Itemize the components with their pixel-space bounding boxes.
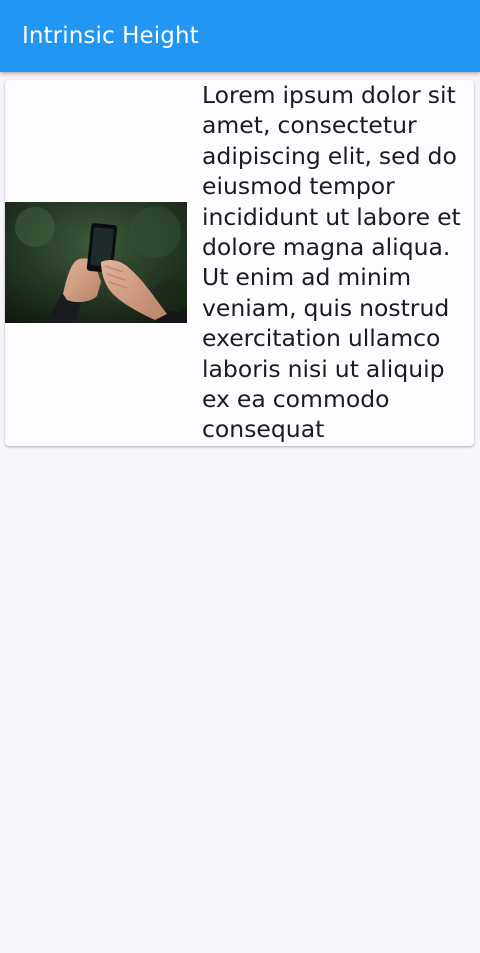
app-bar: Intrinsic Height [0,0,480,72]
phone-photo-image [5,202,187,323]
app-bar-title: Intrinsic Height [22,23,199,49]
content-card: Lorem ipsum dolor sit amet, consectetur … [5,80,474,446]
card-body-text: Lorem ipsum dolor sit amet, consectetur … [202,81,461,444]
